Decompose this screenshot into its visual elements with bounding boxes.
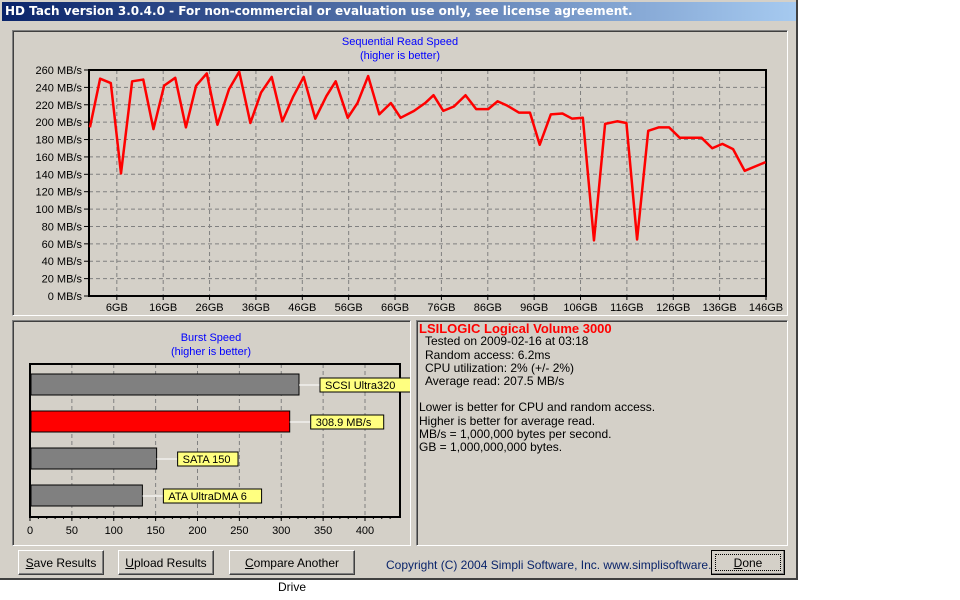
x-tick-label: 250 — [230, 525, 248, 537]
y-tick-label: 240 MB/s — [36, 82, 83, 94]
x-tick-label: 50 — [66, 525, 78, 537]
note: Higher is better for average read. — [419, 413, 596, 428]
x-tick-label: 0 — [27, 525, 33, 537]
burst-subtitle: (higher is better) — [171, 346, 251, 358]
burst-bar — [30, 484, 143, 507]
chart-title: Sequential Read Speed — [342, 36, 458, 48]
bar-label: SATA 150 — [183, 454, 231, 466]
read-speed-line — [88, 70, 767, 242]
x-tick-label: 6GB — [106, 302, 128, 314]
note: Lower is better for CPU and random acces… — [419, 400, 656, 415]
burst-bar — [30, 447, 158, 470]
sequential-read-chart: Sequential Read Speed (higher is better)… — [36, 36, 784, 314]
compare-another-drive-button[interactable]: Compare Another Drive — [229, 550, 355, 594]
random-access: Random access: 6.2ms — [425, 347, 551, 362]
x-tick-label: 26GB — [195, 302, 223, 314]
y-tick-label: 200 MB/s — [36, 117, 83, 129]
burst-bar — [30, 373, 300, 396]
y-tick-label: 140 MB/s — [36, 169, 83, 181]
y-tick-label: 100 MB/s — [36, 204, 83, 216]
x-tick-label: 136GB — [703, 302, 737, 314]
bar-label: SCSI Ultra320 — [325, 380, 395, 392]
sequential-read-panel: Sequential Read Speed (higher is better)… — [12, 30, 788, 316]
y-tick-label: 220 MB/s — [36, 100, 83, 112]
x-tick-label: 400 — [356, 525, 374, 537]
y-tick-label: 60 MB/s — [42, 239, 83, 251]
x-tick-label: 56GB — [335, 302, 363, 314]
x-tick-label: 36GB — [242, 302, 270, 314]
cpu-utilization: CPU utilization: 2% (+/- 2%) — [425, 360, 575, 375]
done-button[interactable]: Done — [711, 550, 785, 575]
x-tick-label: 76GB — [427, 302, 455, 314]
x-tick-label: 300 — [272, 525, 290, 537]
y-tick-label: 260 MB/s — [36, 65, 83, 77]
drive-name: LSILOGIC Logical Volume 3000 — [419, 321, 612, 336]
bar-label: 308.9 MB/s — [316, 417, 372, 429]
x-tick-label: 126GB — [656, 302, 690, 314]
x-tick-label: 350 — [314, 525, 332, 537]
y-tick-label: 80 MB/s — [42, 221, 83, 233]
chart-subtitle: (higher is better) — [360, 50, 440, 62]
burst-bar — [30, 410, 291, 433]
average-read: Average read: 207.5 MB/s — [425, 374, 565, 389]
copyright-text: Copyright (C) 2004 Simpli Software, Inc.… — [386, 558, 735, 572]
x-tick-label: 100 — [105, 525, 123, 537]
x-tick-label: 16GB — [149, 302, 177, 314]
x-tick-label: 46GB — [288, 302, 316, 314]
drive-info: LSILOGIC Logical Volume 3000 Tested on 2… — [419, 322, 655, 455]
x-tick-label: 106GB — [563, 302, 597, 314]
save-results-button[interactable]: Save Results — [18, 550, 104, 575]
burst-title: Burst Speed — [181, 332, 242, 344]
y-tick-label: 180 MB/s — [36, 135, 83, 147]
x-tick-label: 66GB — [381, 302, 409, 314]
y-tick-label: 160 MB/s — [36, 152, 83, 164]
bar-label: ATA UltraDMA 6 — [168, 491, 246, 503]
x-tick-label: 116GB — [610, 302, 643, 314]
y-tick-label: 20 MB/s — [42, 274, 83, 286]
y-tick-label: 120 MB/s — [36, 187, 83, 199]
hd-tach-window: HD Tach version 3.0.4.0 - For non-commer… — [0, 0, 798, 594]
x-tick-label: 86GB — [474, 302, 502, 314]
burst-speed-panel: Burst Speed (higher is better) 0 50 100 150… — [12, 320, 413, 546]
x-tick-label: 150 — [146, 525, 164, 537]
title-bar: HD Tach version 3.0.4.0 - For non-commer… — [2, 2, 796, 21]
y-tick-label: 0 MB/s — [48, 291, 83, 303]
burst-speed-chart: Burst Speed (higher is better) 0 50 100 150… — [27, 332, 413, 537]
note: GB = 1,000,000,000 bytes. — [419, 440, 563, 455]
note: MB/s = 1,000,000 bytes per second. — [419, 427, 612, 442]
y-tick-label: 40 MB/s — [42, 256, 83, 268]
x-tick-label: 200 — [188, 525, 206, 537]
upload-results-button[interactable]: Upload Results — [118, 550, 214, 575]
x-tick-label: 146GB — [749, 302, 783, 314]
tested-date: Tested on 2009-02-16 at 03:18 — [425, 334, 589, 349]
x-tick-label: 96GB — [520, 302, 548, 314]
